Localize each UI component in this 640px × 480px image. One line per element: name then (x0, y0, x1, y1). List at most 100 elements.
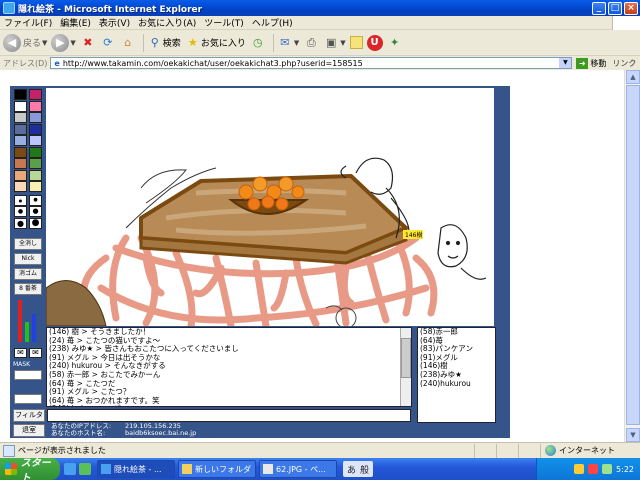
color-swatch[interactable] (14, 89, 27, 100)
task-ie[interactable]: 隠れ絵茶 - ... (97, 460, 175, 478)
color-swatch[interactable] (29, 146, 42, 158)
user-list-item[interactable]: (240)hukurou (418, 379, 495, 389)
tray-icon[interactable] (588, 464, 599, 474)
palette-button[interactable]: 消ゴム (14, 268, 42, 280)
stop-button[interactable]: ✖ (80, 35, 96, 51)
forward-dropdown-icon[interactable]: ▼ (70, 39, 75, 47)
brush-size-icon[interactable]: ● (29, 218, 42, 229)
power-button[interactable]: U (366, 34, 383, 51)
back-label: 戻る (23, 39, 42, 49)
go-button[interactable]: ➜ 移動 (576, 57, 606, 69)
chat-input[interactable] (47, 408, 411, 422)
security-zone: インターネット (540, 443, 640, 458)
windows-logo-icon (612, 15, 640, 30)
palette-button[interactable]: 8 番茶 (14, 283, 42, 295)
palette-button[interactable]: Nick (14, 253, 42, 265)
mail-envelope-icon[interactable]: ✉ (29, 348, 42, 358)
scroll-down-icon[interactable]: ▼ (626, 428, 640, 442)
start-button[interactable]: スタート (0, 458, 60, 480)
search-button[interactable]: ⚲ 検索 (147, 35, 181, 51)
color-swatch[interactable] (29, 135, 42, 146)
chat-log[interactable]: (146) 樹 > そうきましたか！ (24) 苺 > こたつの猫いですよ～ (23… (46, 327, 412, 407)
note-button[interactable] (349, 36, 363, 49)
palette-button[interactable]: 全消し (14, 238, 42, 250)
task-paint[interactable]: 62.JPG - ペ... (259, 460, 337, 478)
user-list[interactable]: (58)赤一郎 (64)苺 (83)パンケアン (91)メグル (146)樹 (238)み… (417, 327, 496, 423)
color-swatch[interactable] (14, 123, 27, 135)
toolbar: ◀ 戻る ▼ ▶ ▼ ✖ ⟳ ⌂ ⚲ 検索 ★ お気に入り ◷ ✉ ▼ ⎙ ▣ … (0, 30, 640, 56)
brush-size-icon[interactable]: ● (29, 195, 42, 206)
menu-help[interactable]: ヘルプ(H) (248, 16, 297, 29)
rgb-slider[interactable] (32, 314, 36, 342)
host-label: あなたのホスト名: (51, 429, 106, 437)
address-input[interactable]: e http://www.takamin.com/oekakichat/user… (50, 57, 573, 69)
tray-icon[interactable] (574, 464, 585, 474)
brush-size-icon[interactable]: ● (14, 218, 27, 229)
app-tool-button[interactable] (14, 394, 42, 404)
task-folder-label: 新しいフォルダ (195, 464, 251, 474)
rgb-slider[interactable] (25, 322, 29, 342)
color-swatch[interactable] (29, 158, 42, 169)
quick-launch-desktop-icon[interactable] (79, 463, 91, 475)
quick-launch-ie-icon[interactable] (64, 463, 76, 475)
close-button[interactable]: × (624, 1, 638, 15)
color-swatch[interactable] (14, 158, 27, 169)
address-dropdown-icon[interactable]: ▼ (559, 58, 572, 68)
mail-button[interactable]: ✉ ▼ (277, 35, 299, 51)
tray-icon[interactable] (602, 464, 613, 474)
color-swatch[interactable] (29, 123, 42, 135)
ime-mode[interactable]: あ (345, 463, 358, 476)
color-swatch[interactable] (29, 89, 42, 100)
clock[interactable]: 5:22 (616, 465, 634, 474)
brush-size-icon[interactable]: ● (29, 206, 42, 217)
print-button[interactable]: ⎙ (303, 35, 319, 51)
mask-envelope-icon[interactable]: ✉ (14, 348, 27, 358)
menu-edit[interactable]: 編集(E) (56, 16, 95, 29)
maximize-button[interactable]: □ (608, 1, 622, 15)
menu-file[interactable]: ファイル(F) (0, 16, 56, 29)
color-swatch[interactable] (14, 181, 27, 192)
links-button[interactable]: リンク (612, 58, 636, 69)
menu-view[interactable]: 表示(V) (95, 16, 134, 29)
mail-dropdown-icon[interactable]: ▼ (294, 39, 299, 47)
minimize-button[interactable]: _ (592, 1, 606, 15)
history-button[interactable]: ◷ (250, 35, 266, 51)
chat-scroll-thumb[interactable] (401, 338, 411, 378)
rgb-slider[interactable] (18, 300, 22, 342)
color-swatch[interactable] (29, 100, 42, 112)
ime-bar[interactable]: あ 般 (343, 461, 374, 477)
back-button[interactable]: ◀ 戻る ▼ (3, 33, 47, 52)
scroll-up-icon[interactable]: ▲ (626, 70, 640, 84)
edit-dropdown-icon[interactable]: ▼ (340, 39, 345, 47)
color-swatch[interactable] (14, 169, 27, 181)
refresh-button[interactable]: ⟳ (100, 35, 116, 51)
app-tool-button[interactable] (14, 370, 42, 380)
page-scrollbar[interactable]: ▲ ▼ (624, 70, 640, 442)
brush-size-icon[interactable]: ● (14, 195, 27, 206)
chat-scrollbar[interactable] (400, 328, 411, 406)
messenger-button[interactable]: ✦ (387, 35, 403, 51)
forward-button[interactable]: ▶ ▼ (51, 33, 76, 52)
color-swatch[interactable] (14, 135, 27, 146)
mask-label: MASK (13, 361, 31, 368)
brush-size-icon[interactable]: ● (14, 206, 27, 217)
color-swatch[interactable] (14, 146, 27, 158)
color-swatch[interactable] (29, 169, 42, 181)
filter-button[interactable]: フィルタ (13, 408, 45, 422)
color-swatch[interactable] (14, 100, 27, 112)
back-dropdown-icon[interactable]: ▼ (42, 39, 47, 47)
drawing-canvas[interactable]: 146樹 (46, 88, 494, 326)
exit-button[interactable]: 退室 (13, 423, 45, 437)
scroll-thumb[interactable] (626, 85, 640, 425)
address-url[interactable]: http://www.takamin.com/oekakichat/user/o… (63, 59, 560, 68)
favorites-button[interactable]: ★ お気に入り (185, 35, 246, 51)
color-swatch[interactable] (29, 181, 42, 192)
menu-favorites[interactable]: お気に入り(A) (134, 16, 200, 29)
task-folder[interactable]: 新しいフォルダ (178, 460, 256, 478)
menu-tools[interactable]: ツール(T) (200, 16, 248, 29)
home-button[interactable]: ⌂ (120, 35, 136, 51)
edit-button[interactable]: ▣ ▼ (323, 35, 346, 51)
color-swatch[interactable] (29, 112, 42, 123)
color-swatch[interactable] (14, 112, 27, 123)
ime-conversion[interactable]: 般 (358, 463, 371, 476)
